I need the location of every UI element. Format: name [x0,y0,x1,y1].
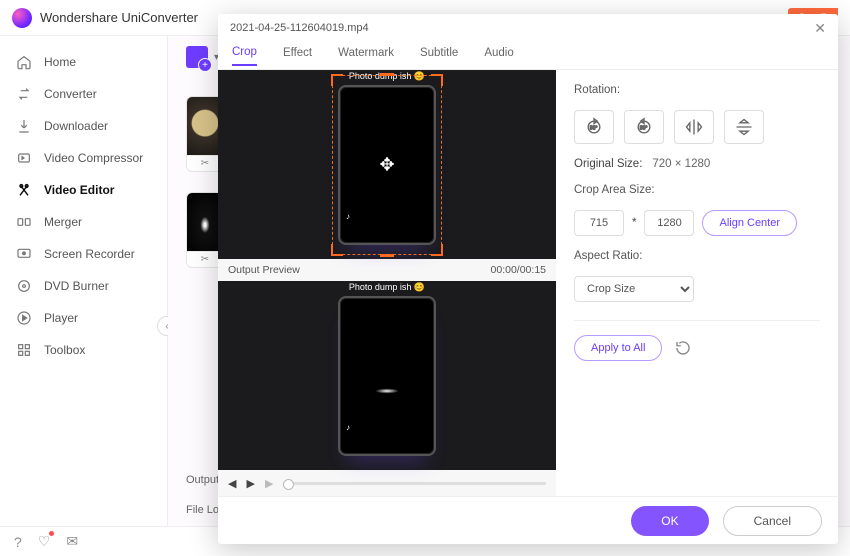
app-logo-icon [12,8,32,28]
sidebar-item-converter[interactable]: Converter [0,78,167,110]
dvd-icon [16,278,32,294]
scissors-icon[interactable]: ✂ [201,254,209,265]
sidebar-item-label: Video Compressor [44,151,143,165]
divider [574,320,820,321]
seek-slider[interactable] [283,482,546,485]
editor-tabs: Crop Effect Watermark Subtitle Audio [218,42,838,70]
recorder-icon [16,246,32,262]
crop-area-label: Crop Area Size: [574,184,820,196]
prev-frame-button[interactable]: ◀ [228,477,236,490]
scissors-icon[interactable]: ✂ [201,158,209,169]
home-icon [16,54,32,70]
tab-subtitle[interactable]: Subtitle [420,47,458,65]
aspect-ratio-select[interactable]: Crop Size [574,276,694,302]
apply-to-all-button[interactable]: Apply to All [574,335,662,361]
flip-horizontal-button[interactable] [674,110,714,144]
sidebar-item-editor[interactable]: Video Editor [0,174,167,206]
tab-effect[interactable]: Effect [283,47,312,65]
sidebar-item-label: Video Editor [44,183,114,197]
svg-text:90°: 90° [590,126,598,132]
help-icon[interactable]: ? [14,534,22,550]
crop-rectangle[interactable] [332,75,442,255]
sidebar-item-label: Downloader [44,119,108,133]
ok-button[interactable]: OK [631,506,708,536]
bell-icon[interactable]: ♡ [38,533,51,550]
output-frame: Photo dump ish 😊 ♪ [338,296,436,456]
sidebar-item-home[interactable]: Home [0,46,167,78]
transport-bar: ◀ ▶ ▶ [218,470,556,496]
downloader-icon [16,118,32,134]
output-preview: Photo dump ish 😊 ♪ [218,281,556,470]
feedback-icon[interactable]: ✉ [66,533,78,550]
original-size-value: 720 × 1280 [652,158,710,170]
output-preview-label: Output Preview [228,264,300,276]
aspect-ratio-label: Aspect Ratio: [574,250,820,262]
video-editor-dialog: 2021-04-25-112604019.mp4 ✕ Crop Effect W… [218,14,838,544]
player-icon [16,310,32,326]
frame-highlight [375,389,399,394]
compressor-icon [16,150,32,166]
multiply-symbol: * [632,217,636,229]
svg-text:90°: 90° [640,126,648,132]
sidebar-item-label: DVD Burner [44,279,109,293]
sidebar-item-label: Home [44,55,76,69]
tiktok-watermark-icon: ♪ [346,423,350,432]
preview-timecode: 00:00/00:15 [491,264,546,276]
rotate-ccw-button[interactable]: 90° [624,110,664,144]
crop-height-input[interactable] [644,210,694,236]
tab-watermark[interactable]: Watermark [338,47,394,65]
preview-column: Photo dump ish 😊 ✥ ♪ Output Preview 00:0… [218,70,556,496]
align-center-button[interactable]: Align Center [702,210,797,236]
flip-vertical-button[interactable] [724,110,764,144]
sidebar-item-toolbox[interactable]: Toolbox [0,334,167,366]
play-button[interactable]: ▶ [246,477,254,490]
cancel-button[interactable]: Cancel [723,506,822,536]
app-title: Wondershare UniConverter [40,10,198,25]
sidebar-item-dvd[interactable]: DVD Burner [0,270,167,302]
sidebar-item-player[interactable]: Player [0,302,167,334]
sidebar-item-merger[interactable]: Merger [0,206,167,238]
reset-icon[interactable] [674,339,692,357]
dialog-filename: 2021-04-25-112604019.mp4 [230,22,369,34]
editor-icon [16,182,32,198]
tab-crop[interactable]: Crop [232,46,257,66]
sidebar-item-label: Merger [44,215,82,229]
rotate-cw-button[interactable]: 90° [574,110,614,144]
crop-settings: Rotation: 90° 90° Original Size: 720 × 1… [556,70,838,496]
sidebar-item-label: Converter [44,87,97,101]
next-frame-button[interactable]: ▶ [265,477,273,490]
sidebar-item-label: Player [44,311,78,325]
add-file-button[interactable] [186,46,208,68]
converter-icon [16,86,32,102]
tab-audio[interactable]: Audio [484,47,513,65]
crop-width-input[interactable] [574,210,624,236]
sidebar-item-recorder[interactable]: Screen Recorder [0,238,167,270]
sidebar: Home Converter Downloader Video Compress… [0,36,168,526]
toolbox-icon [16,342,32,358]
sidebar-item-label: Toolbox [44,343,85,357]
clip-caption: Photo dump ish 😊 [340,282,434,293]
sidebar-item-downloader[interactable]: Downloader [0,110,167,142]
original-size-label: Original Size: [574,158,642,170]
sidebar-item-compressor[interactable]: Video Compressor [0,142,167,174]
sidebar-item-label: Screen Recorder [44,247,135,261]
crop-preview[interactable]: Photo dump ish 😊 ✥ ♪ [218,70,556,259]
close-icon[interactable]: ✕ [814,20,826,37]
merger-icon [16,214,32,230]
rotation-label: Rotation: [574,84,820,96]
